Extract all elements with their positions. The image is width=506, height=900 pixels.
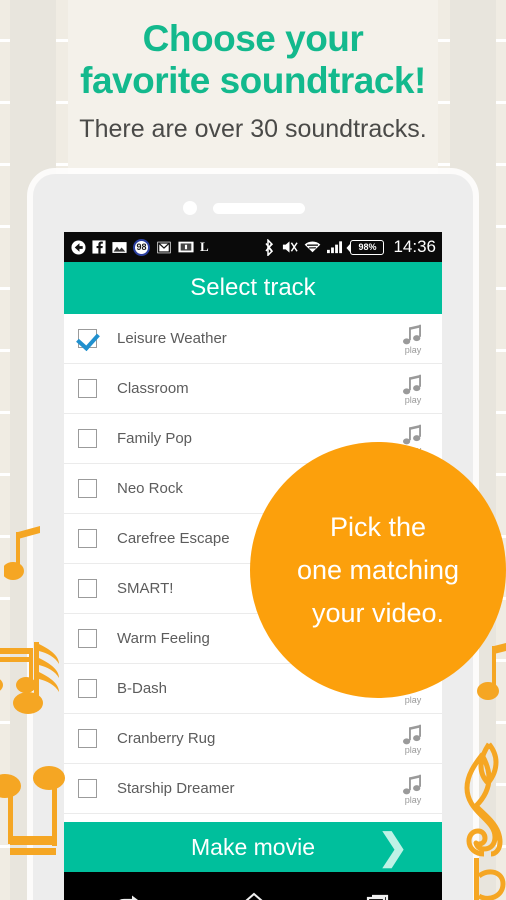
track-checkbox[interactable] <box>78 579 97 598</box>
make-movie-label: Make movie <box>191 833 315 860</box>
track-row[interactable]: Cranberry Rug play <box>64 714 442 764</box>
track-name: Warm Feeling <box>117 630 210 647</box>
earpiece-speaker <box>213 203 305 214</box>
callout-line-3: your video. <box>311 597 445 628</box>
recents-icon[interactable] <box>364 890 394 900</box>
promo-screenshot: Choose your favorite soundtrack! There a… <box>0 0 506 900</box>
music-note-icon <box>403 424 421 444</box>
mute-icon <box>283 241 299 253</box>
home-icon[interactable] <box>239 889 269 900</box>
play-preview-button[interactable]: play <box>396 773 430 805</box>
wifi-icon <box>305 241 321 253</box>
track-name: Family Pop <box>117 430 193 447</box>
play-label: play <box>404 394 422 405</box>
track-name: Cranberry Rug <box>117 730 216 747</box>
track-checkbox[interactable] <box>78 379 97 398</box>
back-icon[interactable] <box>112 889 144 900</box>
callout-line-1: Pick the <box>329 511 427 542</box>
track-name: Starship Dreamer <box>117 780 235 797</box>
battery-percent-label: 98% <box>358 242 377 252</box>
track-row[interactable]: Classroom play <box>64 364 442 414</box>
promo-subheadline: There are over 30 soundtracks. <box>79 115 427 143</box>
battery-icon: 98% <box>350 239 385 255</box>
sd-card-icon <box>178 241 194 253</box>
carrier-l-icon: L <box>200 239 209 254</box>
track-checkbox[interactable] <box>78 329 97 348</box>
track-name: Classroom <box>117 380 189 397</box>
track-row[interactable]: Leisure Weather play <box>64 314 442 364</box>
music-note-flagged-decoration <box>13 642 59 714</box>
play-preview-button[interactable]: play <box>396 373 430 405</box>
page-title: Select track <box>190 274 316 301</box>
chevron-right-icon: ❯ <box>377 826 408 867</box>
track-checkbox[interactable] <box>78 779 97 798</box>
track-row[interactable]: Starship Dreamer play <box>64 764 442 814</box>
music-note-icon <box>403 324 421 344</box>
play-label: play <box>404 694 422 705</box>
android-nav-bar <box>64 872 442 900</box>
status-clock: 14:36 <box>393 237 436 256</box>
track-checkbox[interactable] <box>78 479 97 498</box>
signal-icon <box>327 241 343 254</box>
android-status-bar: 98 L 98% 14:36 <box>64 232 442 262</box>
play-preview-button[interactable]: play <box>396 323 430 355</box>
track-checkbox[interactable] <box>78 729 97 748</box>
headline-line-1: Choose your <box>142 18 364 59</box>
music-note-pair-decoration <box>0 766 65 855</box>
track-name: Neo Rock <box>117 480 183 497</box>
app-bar: Select track <box>64 262 442 314</box>
track-name: B-Dash <box>117 680 168 697</box>
music-note-decoration <box>4 526 40 580</box>
play-label: play <box>404 744 422 755</box>
track-name: Leisure Weather <box>117 330 227 347</box>
music-note-icon <box>403 374 421 394</box>
callout-line-2: one matching <box>296 554 460 585</box>
promo-headline: Choose your favorite soundtrack! <box>0 18 506 102</box>
make-movie-button[interactable]: Make movie ❯ <box>64 822 442 872</box>
track-checkbox[interactable] <box>78 679 97 698</box>
music-note-icon <box>403 724 421 744</box>
music-note-icon <box>403 774 421 794</box>
gmail-icon <box>157 241 171 253</box>
image-icon <box>112 241 127 253</box>
bluetooth-icon <box>265 238 274 256</box>
callout-bubble: Pick the one matching your video. <box>250 442 506 698</box>
notification-count-icon: 98 <box>133 238 150 256</box>
track-name: SMART! <box>117 580 174 597</box>
track-checkbox[interactable] <box>78 429 97 448</box>
play-label: play <box>404 794 422 805</box>
play-preview-button[interactable]: play <box>396 723 430 755</box>
track-checkbox[interactable] <box>78 529 97 548</box>
music-note-bottom-right-decoration <box>474 858 506 900</box>
track-checkbox[interactable] <box>78 629 97 648</box>
play-label: play <box>404 344 422 355</box>
notification-count-label: 98 <box>136 242 147 252</box>
left-arrow-badge-icon <box>71 239 86 255</box>
treble-clef-decoration <box>464 742 503 857</box>
track-name: Carefree Escape <box>117 530 230 547</box>
facebook-icon <box>92 240 106 254</box>
headline-line-2: favorite soundtrack! <box>80 60 426 101</box>
front-camera-icon <box>183 201 197 215</box>
